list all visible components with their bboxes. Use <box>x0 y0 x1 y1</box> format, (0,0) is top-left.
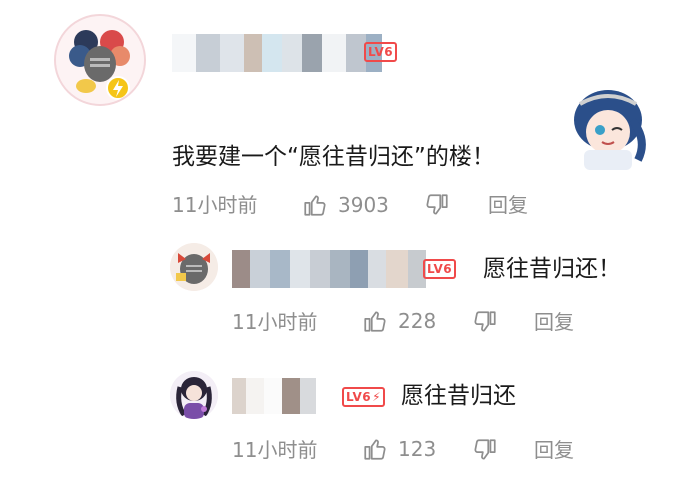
avatar[interactable] <box>170 371 218 419</box>
thumbs-down-icon <box>426 194 448 215</box>
like-button[interactable]: 228 <box>362 307 436 335</box>
thumbs-up-icon <box>364 311 386 332</box>
avatar[interactable] <box>54 14 146 106</box>
level-badge: LV6 <box>423 259 457 279</box>
comment-text: 我要建一个“愿往昔归还”的楼！ <box>172 144 495 170</box>
reply-button[interactable]: 回复 <box>534 308 574 336</box>
username-blurred[interactable] <box>232 250 426 288</box>
thumbs-down-icon <box>474 311 496 332</box>
like-count: 228 <box>398 309 437 333</box>
dislike-button[interactable] <box>472 437 498 467</box>
thumbs-up-icon <box>364 439 386 460</box>
level-badge: LV6⚡ <box>342 387 386 407</box>
reply-button[interactable]: 回复 <box>488 191 528 219</box>
reply-text: 愿往昔归还！ <box>483 256 621 282</box>
reply-button[interactable]: 回复 <box>534 436 574 464</box>
level-badge: LV6 <box>364 42 398 62</box>
like-button[interactable]: 3903 <box>302 191 389 219</box>
timestamp: 11小时前 <box>232 310 318 334</box>
anime-sticker <box>562 80 654 172</box>
like-count: 123 <box>398 437 437 461</box>
like-button[interactable]: 123 <box>362 435 436 463</box>
username-blurred[interactable] <box>232 378 316 414</box>
thumbs-up-icon <box>304 195 326 216</box>
lightning-icon: ⚡ <box>372 390 382 404</box>
dislike-button[interactable] <box>424 192 450 222</box>
dislike-button[interactable] <box>472 309 498 339</box>
username-blurred[interactable] <box>172 34 382 72</box>
timestamp: 11小时前 <box>172 193 258 217</box>
like-count: 3903 <box>338 193 389 217</box>
thumbs-down-icon <box>474 439 496 460</box>
reply-text: 愿往昔归还 <box>401 383 516 409</box>
timestamp: 11小时前 <box>232 438 318 462</box>
avatar[interactable] <box>170 243 218 291</box>
